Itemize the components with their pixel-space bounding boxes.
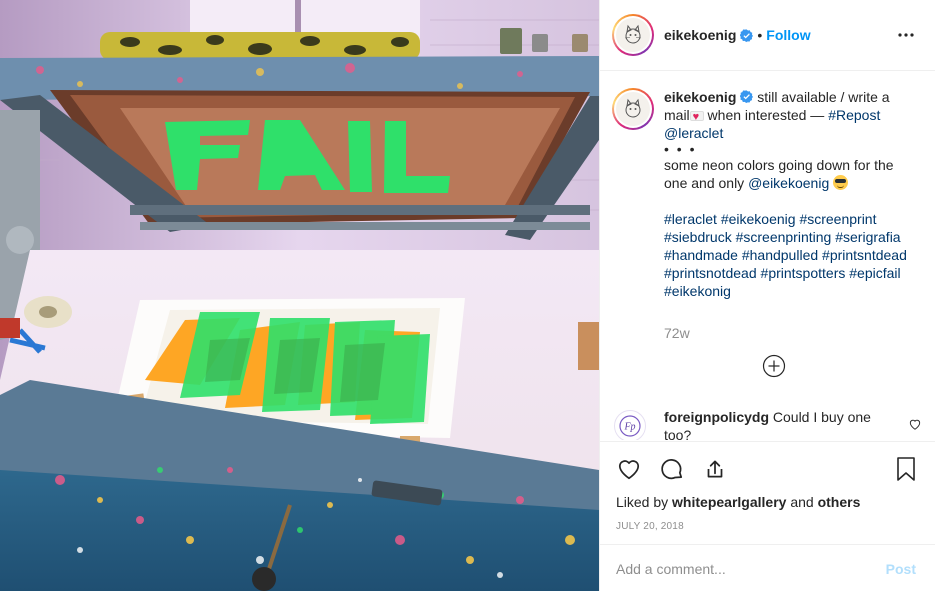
comment-text: foreignpolicydg Could I buy one too? (664, 408, 884, 440)
caption-time-ago[interactable]: 72w (664, 325, 690, 341)
likes-summary: Liked by whitepearlgallery and others (616, 494, 860, 510)
comments-section[interactable]: eikekoenig still available / write a mai… (600, 72, 935, 440)
liked-by-user[interactable]: whitepearlgallery (672, 494, 786, 510)
hashtag[interactable]: #leraclet (664, 211, 717, 227)
commenter-avatar[interactable]: Fp (614, 410, 646, 440)
hashtag[interactable]: #epicfail (849, 265, 900, 281)
comment-icon[interactable] (659, 456, 685, 482)
instagram-post: eikekoenig • Follow eikekoenig still ava… (0, 0, 935, 591)
cat-avatar-icon (625, 98, 641, 118)
commenter-username[interactable]: foreignpolicydg (664, 409, 769, 425)
likes-middle: and (786, 494, 818, 510)
mention-leraclet[interactable]: @leraclet (664, 125, 723, 141)
hashtag[interactable]: #eikekonig (664, 283, 731, 299)
likes-others-link[interactable]: others (818, 494, 861, 510)
hashtag[interactable]: #serigrafia (835, 229, 900, 245)
likes-prefix: Liked by (616, 494, 673, 510)
post-date[interactable]: JULY 20, 2018 (616, 521, 684, 532)
hashtag[interactable]: #printsnotdead (664, 265, 757, 281)
caption-text: eikekoenig still available / write a mai… (664, 88, 918, 300)
action-icons (616, 456, 745, 482)
small-heart-icon[interactable] (908, 417, 922, 431)
hashtag[interactable]: #printsntdead (822, 247, 907, 263)
caption-dots: • • • (664, 141, 697, 157)
hashtag[interactable]: #screenprinting (736, 229, 832, 245)
hashtag[interactable]: #printspotters (761, 265, 846, 281)
hashtag-repost[interactable]: #Repost (828, 107, 880, 123)
post-header: eikekoenig • Follow (600, 0, 935, 71)
caption-line-2: some neon colors going down for the one … (664, 156, 918, 192)
cat-avatar-icon (624, 24, 642, 44)
hashtag[interactable]: #handpulled (742, 247, 818, 263)
caption-avatar[interactable] (612, 88, 654, 130)
svg-text:Fp: Fp (623, 422, 635, 433)
more-options-icon[interactable] (896, 25, 916, 45)
hashtag[interactable]: #eikekoenig (721, 211, 796, 227)
mention-eikekoenig[interactable]: @eikekoenig (748, 175, 829, 191)
hashtag[interactable]: #screenprint (799, 211, 876, 227)
add-circle-icon[interactable] (762, 354, 786, 378)
screenprint-photo (0, 0, 599, 591)
caption-text-2: when interested — (703, 107, 829, 123)
comment-input[interactable] (616, 556, 866, 582)
post-side-panel: eikekoenig • Follow eikekoenig still ava… (599, 0, 935, 591)
sunglasses-emoji-icon (833, 175, 849, 190)
bookmark-icon[interactable] (894, 456, 918, 482)
add-comment-bar: Post (600, 544, 935, 591)
post-actions: Liked by whitepearlgallery and others JU… (600, 441, 935, 591)
caption-username[interactable]: eikekoenig (664, 89, 736, 105)
follow-button[interactable]: Follow (766, 27, 810, 43)
post-comment-button[interactable]: Post (886, 561, 916, 577)
share-icon[interactable] (702, 456, 728, 482)
hashtag[interactable]: #siebdruck (664, 229, 732, 245)
hashtag[interactable]: #handmade (664, 247, 738, 263)
comment-item: Fp foreignpolicydg Could I buy one too? (612, 408, 922, 440)
fp-logo-icon: Fp (619, 415, 641, 437)
caption: eikekoenig still available / write a mai… (612, 88, 922, 300)
post-photo[interactable] (0, 0, 599, 591)
verified-badge-icon (740, 90, 754, 103)
love-letter-emoji-icon (689, 108, 704, 126)
author-username[interactable]: eikekoenig (664, 27, 736, 43)
hashtag-list: #leraclet #eikekoenig #screenprint #sieb… (664, 210, 918, 300)
heart-icon[interactable] (616, 456, 642, 482)
verified-badge-icon (740, 28, 754, 42)
header-separator: • (757, 27, 763, 43)
author-avatar[interactable] (612, 14, 654, 56)
